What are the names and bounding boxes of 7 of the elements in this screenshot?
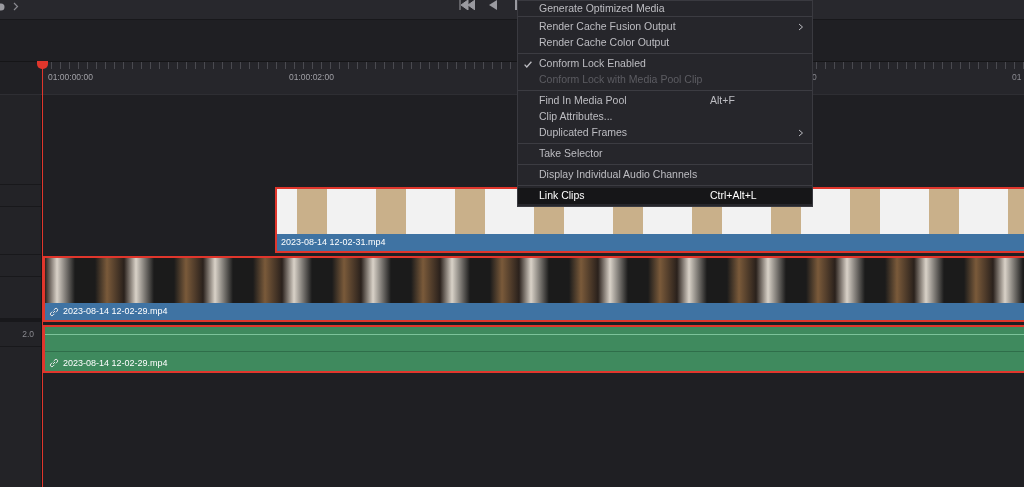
- clip-name: 2023-08-14 12-02-29.mp4: [63, 304, 168, 318]
- clip-name: 2023-08-14 12-02-31.mp4: [281, 235, 386, 249]
- timecode-label: 01:00:00:00: [48, 71, 93, 84]
- audio-channel-label: 2.0: [22, 327, 34, 341]
- clip-name: 2023-08-14 12-02-29.mp4: [63, 356, 168, 370]
- timecode-label: 01: [1012, 71, 1022, 84]
- timecode-label: 01:00:02:00: [289, 71, 334, 84]
